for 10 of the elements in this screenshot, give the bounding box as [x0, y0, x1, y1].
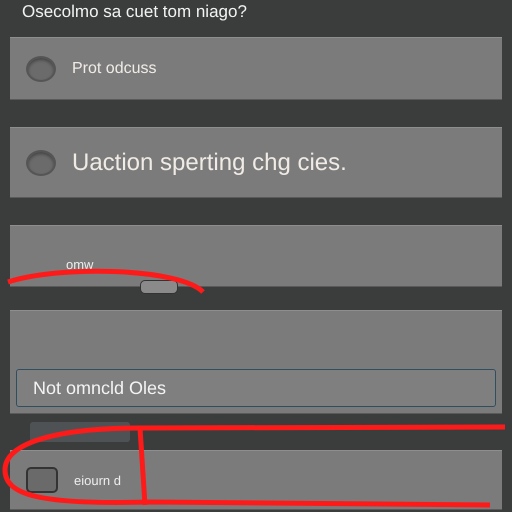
- option-label: Prot odcuss: [72, 60, 156, 78]
- row-label: omw: [66, 257, 94, 272]
- checkbox[interactable]: [26, 467, 58, 493]
- question-text: Osecolmo sa cuet tom niago?: [21, 1, 248, 23]
- radio-button[interactable]: [26, 56, 56, 82]
- input-field[interactable]: Not omncld Oles: [16, 369, 496, 407]
- row-label: eiourn d: [74, 472, 121, 488]
- slider-handle[interactable]: [140, 280, 178, 294]
- radio-button[interactable]: [26, 150, 56, 176]
- option-label: Uaction sperting chg cies.: [72, 148, 347, 176]
